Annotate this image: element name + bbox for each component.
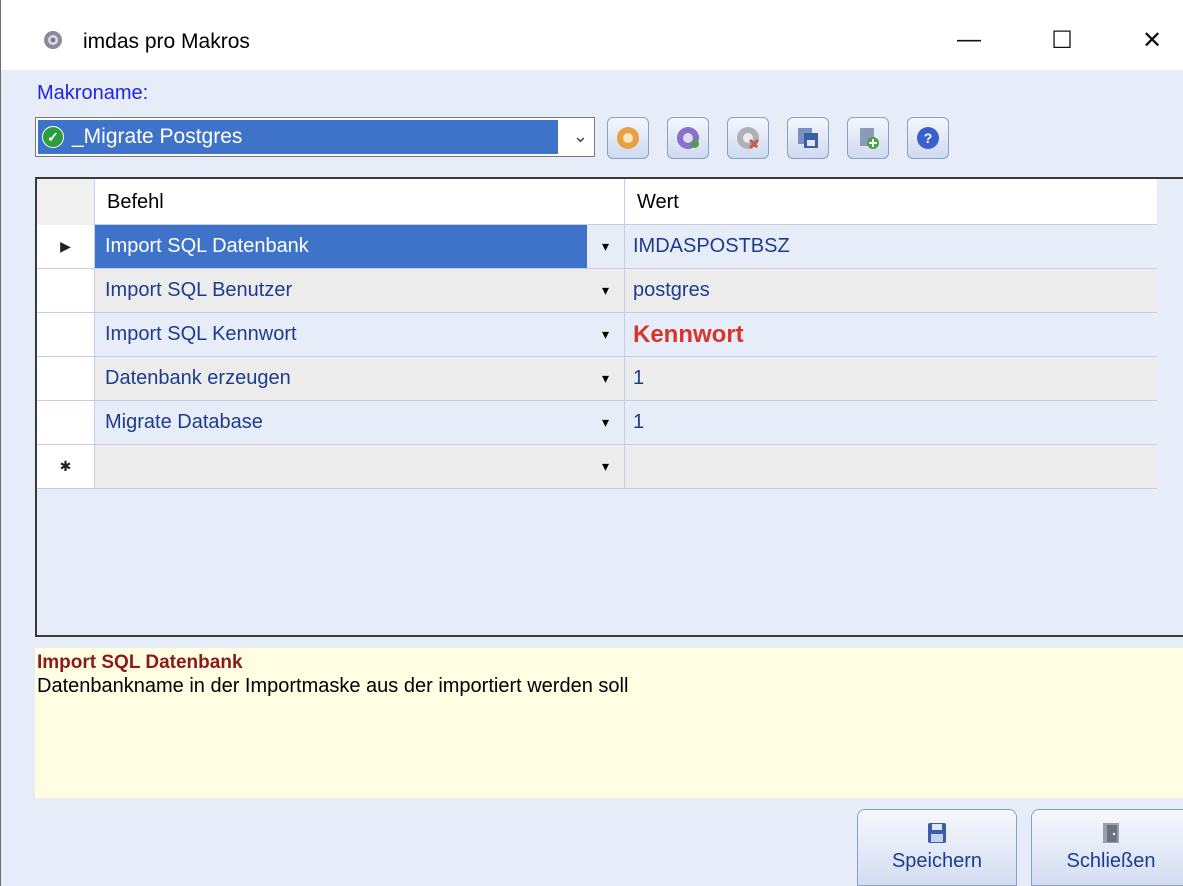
floppy-disk-icon: [928, 823, 946, 843]
new-row[interactable]: ✱ ▾: [37, 445, 1157, 489]
dropdown-arrow-icon[interactable]: ▾: [587, 225, 625, 268]
dropdown-arrow-icon[interactable]: ▾: [587, 401, 625, 444]
maximize-button[interactable]: ☐: [1039, 20, 1085, 60]
copy-save-icon: [798, 128, 818, 148]
befehl-cell[interactable]: [95, 445, 587, 488]
table-row[interactable]: Import SQL Kennwort ▾ Kennwort: [37, 313, 1157, 357]
befehl-cell[interactable]: Datenbank erzeugen: [95, 357, 587, 400]
run-macro-button[interactable]: [607, 117, 649, 159]
description-text: Datenbankname in der Importmaske aus der…: [37, 675, 629, 697]
column-header-wert[interactable]: Wert: [625, 179, 1157, 225]
macro-select[interactable]: ✓ _Migrate Postgres ⌄: [35, 117, 595, 157]
table-row[interactable]: Migrate Database ▾ 1: [37, 401, 1157, 445]
save-button[interactable]: Speichern: [857, 809, 1017, 886]
table-row[interactable]: Datenbank erzeugen ▾ 1: [37, 357, 1157, 401]
grid-header: Befehl Wert: [37, 179, 1157, 225]
gear-purple-icon: [677, 127, 699, 149]
window-title: imdas pro Makros: [83, 30, 250, 53]
copy-macro-button[interactable]: [787, 117, 829, 159]
help-icon: ?: [917, 127, 939, 149]
title-bar: imdas pro Makros — ☐ ✕: [1, 0, 1183, 70]
gear-icon: [44, 31, 62, 49]
row-indicator: ▶: [37, 225, 95, 268]
wert-cell[interactable]: postgres: [625, 269, 1157, 312]
svg-text:?: ?: [924, 130, 933, 146]
chevron-down-icon[interactable]: ⌄: [573, 126, 588, 147]
wert-cell[interactable]: 1: [625, 357, 1157, 400]
save-button-label: Speichern: [891, 850, 983, 872]
new-row-indicator: ✱: [37, 445, 95, 488]
row-indicator: [37, 269, 95, 312]
minimize-button[interactable]: —: [946, 20, 992, 60]
row-selector-header: [37, 179, 95, 225]
description-title: Import SQL Datenbank: [37, 652, 243, 673]
close-button[interactable]: Schließen: [1031, 809, 1183, 886]
befehl-cell[interactable]: Import SQL Benutzer: [95, 269, 587, 312]
close-window-button[interactable]: ✕: [1129, 20, 1175, 60]
help-button[interactable]: ?: [907, 117, 949, 159]
close-button-label: Schließen: [1066, 850, 1156, 872]
befehl-cell[interactable]: Import SQL Kennwort: [95, 313, 587, 356]
column-header-befehl[interactable]: Befehl: [95, 179, 625, 225]
dropdown-arrow-icon[interactable]: ▾: [587, 269, 625, 312]
new-macro-button[interactable]: [847, 117, 889, 159]
macro-grid: Befehl Wert ▶ Import SQL Datenbank ▾ IMD…: [35, 177, 1183, 637]
edit-macro-button[interactable]: [667, 117, 709, 159]
add-document-icon: [860, 128, 879, 149]
macro-name-label: Makroname:: [37, 82, 149, 104]
macro-select-text: _Migrate Postgres: [72, 125, 243, 148]
macro-select-value: ✓ _Migrate Postgres: [38, 120, 558, 154]
wert-cell[interactable]: IMDASPOSTBSZ: [625, 225, 1157, 268]
befehl-cell[interactable]: Import SQL Datenbank: [95, 225, 587, 268]
dropdown-arrow-icon[interactable]: ▾: [587, 313, 625, 356]
gear-orange-icon: [617, 127, 639, 149]
dropdown-arrow-icon[interactable]: ▾: [587, 445, 625, 488]
wert-cell[interactable]: 1: [625, 401, 1157, 444]
wert-cell[interactable]: Kennwort: [625, 313, 1157, 356]
row-indicator: [37, 401, 95, 444]
exit-door-icon: [1103, 823, 1119, 843]
row-indicator: [37, 357, 95, 400]
dropdown-arrow-icon[interactable]: ▾: [587, 357, 625, 400]
table-row[interactable]: Import SQL Benutzer ▾ postgres: [37, 269, 1157, 313]
delete-macro-button[interactable]: [727, 117, 769, 159]
row-indicator: [37, 313, 95, 356]
table-row[interactable]: ▶ Import SQL Datenbank ▾ IMDASPOSTBSZ: [37, 225, 1157, 269]
wert-cell[interactable]: [625, 445, 1157, 488]
macro-window: imdas pro Makros — ☐ ✕ Makroname: ✓ _Mig…: [0, 0, 1183, 886]
description-panel: Import SQL Datenbank Datenbankname in de…: [35, 648, 1183, 798]
befehl-cell[interactable]: Migrate Database: [95, 401, 587, 444]
gear-delete-icon: [737, 127, 760, 150]
check-icon: ✓: [42, 126, 64, 148]
